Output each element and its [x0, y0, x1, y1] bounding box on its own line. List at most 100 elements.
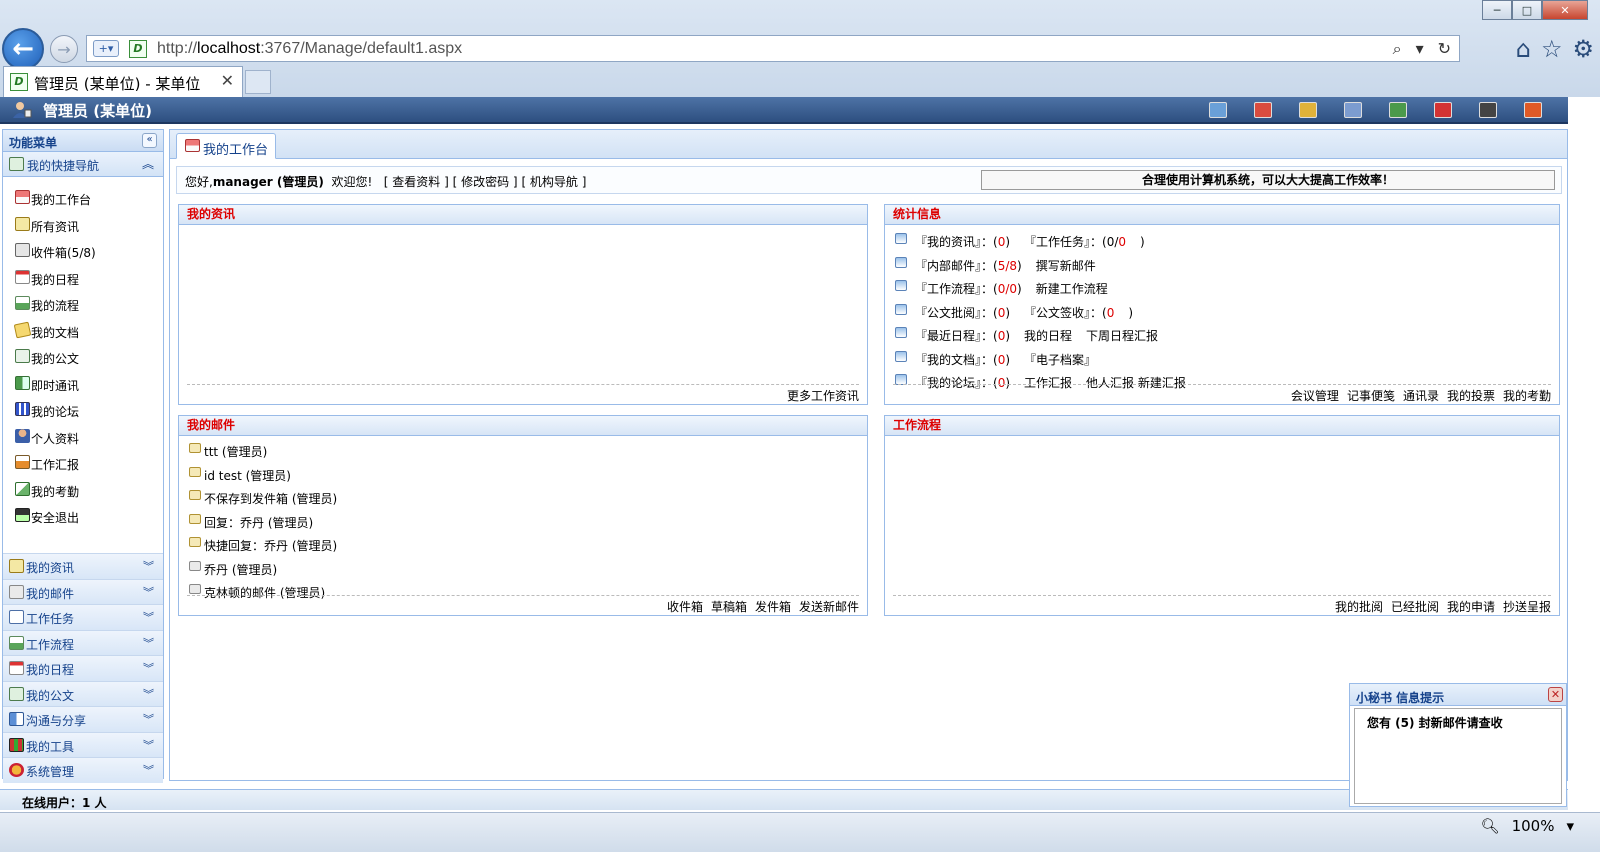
sidebar-item[interactable]: 我的公文: [3, 348, 163, 375]
stat-extra[interactable]: ): [1140, 235, 1145, 249]
refresh-icon[interactable]: ↻: [1438, 39, 1451, 59]
sidebar-section[interactable]: 我的公文 ︾: [3, 680, 163, 706]
sidebar-section[interactable]: 我的资讯 ︾: [3, 553, 163, 579]
footer-link[interactable]: 收件箱: [667, 600, 703, 614]
popup-message[interactable]: 您有 (5) 封新邮件请查收: [1354, 708, 1562, 804]
chevron-down-icon[interactable]: ︾: [143, 558, 154, 574]
sidebar-item[interactable]: 收件箱(5/8): [3, 242, 163, 269]
sidebar-section[interactable]: 我的工具 ︾: [3, 731, 163, 757]
forward-button[interactable]: →: [50, 35, 78, 63]
sidebar-item[interactable]: 安全退出: [3, 507, 163, 534]
sidebar-item[interactable]: 我的文档: [3, 321, 163, 349]
footer-link[interactable]: 抄送呈报: [1503, 600, 1551, 614]
chevron-down-icon[interactable]: ︾: [143, 609, 154, 625]
mail-item[interactable]: 不保存到发件箱 (管理员): [179, 485, 867, 509]
power-icon[interactable]: [1524, 102, 1542, 118]
sidebar-section[interactable]: 我的日程 ︾: [3, 655, 163, 681]
chevron-up-icon[interactable]: ︽: [142, 155, 154, 172]
zoom-control[interactable]: 🔍︎ 100% ▾: [1481, 817, 1574, 835]
close-popup-icon[interactable]: ✕: [1548, 687, 1563, 702]
mail-icon[interactable]: [1344, 102, 1362, 118]
mail-subject[interactable]: 乔丹 (管理员): [204, 561, 277, 578]
favorites-star-icon[interactable]: ☆: [1541, 35, 1563, 63]
sidebar-item[interactable]: 我的论坛: [3, 401, 163, 428]
mail-item[interactable]: 乔丹 (管理员): [179, 556, 867, 580]
footer-link[interactable]: 发送新邮件: [799, 600, 859, 614]
quick-nav-section-header[interactable]: 我的快捷导航 ︽: [3, 152, 163, 177]
stat-link[interactable]: 撰写新邮件: [1036, 259, 1096, 273]
mail-item[interactable]: id test (管理员): [179, 462, 867, 486]
mail-subject[interactable]: 回复：乔丹 (管理员): [204, 514, 313, 531]
stat-extra[interactable]: ): [1128, 306, 1133, 320]
home-icon[interactable]: ⌂: [1516, 35, 1531, 63]
mail-subject[interactable]: ttt (管理员): [204, 443, 267, 460]
chevron-down-icon[interactable]: ︾: [143, 686, 154, 702]
sidebar-item[interactable]: 我的日程: [3, 269, 163, 296]
browser-tab[interactable]: D 管理员 (某单位) - 某单位 ✕: [3, 66, 243, 97]
footer-link[interactable]: 记事便笺: [1347, 389, 1395, 403]
minimize-button[interactable]: ─: [1482, 0, 1512, 20]
view-profile-link[interactable]: [ 查看资料 ]: [384, 175, 449, 189]
footer-link[interactable]: 我的申请: [1447, 600, 1495, 614]
maximize-button[interactable]: □: [1512, 0, 1542, 20]
mail-item[interactable]: ttt (管理员): [179, 438, 867, 462]
settings-gear-icon[interactable]: ⚙: [1572, 35, 1594, 63]
collapse-sidebar-icon[interactable]: «: [142, 133, 157, 148]
sidebar-item[interactable]: 即时通讯: [3, 375, 163, 402]
mail-item[interactable]: 快捷回复：乔丹 (管理员): [179, 532, 867, 556]
search-icon[interactable]: ⌕: [1393, 39, 1402, 59]
stat-link[interactable]: 『公文签收』：(: [1024, 306, 1107, 320]
stat-extra[interactable]: 下周日程汇报: [1086, 329, 1158, 343]
calendar-icon[interactable]: [1434, 102, 1452, 118]
home-icon[interactable]: [1254, 102, 1272, 118]
chevron-down-icon[interactable]: ︾: [143, 737, 154, 753]
footer-link[interactable]: 通讯录: [1403, 389, 1439, 403]
address-bar[interactable]: +▾ D http://localhost:3767/Manage/defaul…: [86, 35, 1460, 62]
chevron-down-icon[interactable]: ︾: [143, 584, 154, 600]
back-button[interactable]: ←: [2, 28, 44, 70]
stat-link[interactable]: 『电子档案』: [1024, 353, 1096, 367]
footer-link[interactable]: 草稿箱: [711, 600, 747, 614]
footer-link[interactable]: 发件箱: [755, 600, 791, 614]
mail-subject[interactable]: 快捷回复：乔丹 (管理员): [204, 537, 337, 554]
notes-icon[interactable]: [1209, 102, 1227, 118]
stat-label[interactable]: 『公文批阅』：(: [915, 306, 998, 320]
stat-link[interactable]: 『工作任务』：(: [1024, 235, 1107, 249]
sidebar-item[interactable]: 我的流程: [3, 295, 163, 322]
user-icon[interactable]: [1479, 102, 1497, 118]
clipboard-icon[interactable]: [1299, 102, 1317, 118]
stat-label[interactable]: 『我的文档』：(: [915, 353, 998, 367]
stat-link[interactable]: 我的日程: [1024, 329, 1072, 343]
chevron-down-icon[interactable]: ︾: [143, 711, 154, 727]
sidebar-item[interactable]: 我的考勤: [3, 481, 163, 508]
site-identity-icon[interactable]: +▾: [93, 40, 119, 57]
dropdown-icon[interactable]: ▾: [1416, 39, 1424, 59]
sidebar-section[interactable]: 工作流程 ︾: [3, 629, 163, 655]
tab-close-icon[interactable]: ✕: [221, 71, 234, 90]
footer-link[interactable]: 我的投票: [1447, 389, 1495, 403]
footer-link[interactable]: 已经批阅: [1391, 600, 1439, 614]
sidebar-item[interactable]: 个人资料: [3, 428, 163, 455]
mail-subject[interactable]: 不保存到发件箱 (管理员): [204, 490, 337, 507]
mail-subject[interactable]: id test (管理员): [204, 467, 291, 484]
chevron-down-icon[interactable]: ︾: [143, 762, 154, 778]
sidebar-item[interactable]: 所有资讯: [3, 216, 163, 243]
close-window-button[interactable]: ✕: [1542, 0, 1588, 20]
footer-link[interactable]: 我的考勤: [1503, 389, 1551, 403]
footer-link[interactable]: 会议管理: [1291, 389, 1339, 403]
footer-link[interactable]: 我的批阅: [1335, 600, 1383, 614]
new-tab-button[interactable]: [245, 70, 271, 94]
sidebar-item[interactable]: 我的工作台: [3, 189, 163, 216]
stat-label[interactable]: 『最近日程』：(: [915, 329, 998, 343]
stat-label[interactable]: 『工作流程』：(: [915, 282, 998, 296]
sidebar-item[interactable]: 工作汇报: [3, 454, 163, 481]
org-nav-link[interactable]: [ 机构导航 ]: [521, 175, 586, 189]
sidebar-section[interactable]: 我的邮件 ︾: [3, 578, 163, 604]
chevron-down-icon[interactable]: ︾: [143, 660, 154, 676]
stat-label[interactable]: 『内部邮件』：(: [915, 259, 998, 273]
sidebar-section[interactable]: 工作任务 ︾: [3, 604, 163, 630]
mail-item[interactable]: 回复：乔丹 (管理员): [179, 509, 867, 533]
stat-link[interactable]: 新建工作流程: [1036, 282, 1108, 296]
tab-workbench[interactable]: 我的工作台: [176, 133, 276, 159]
footer-link[interactable]: 更多工作资讯: [787, 389, 859, 403]
